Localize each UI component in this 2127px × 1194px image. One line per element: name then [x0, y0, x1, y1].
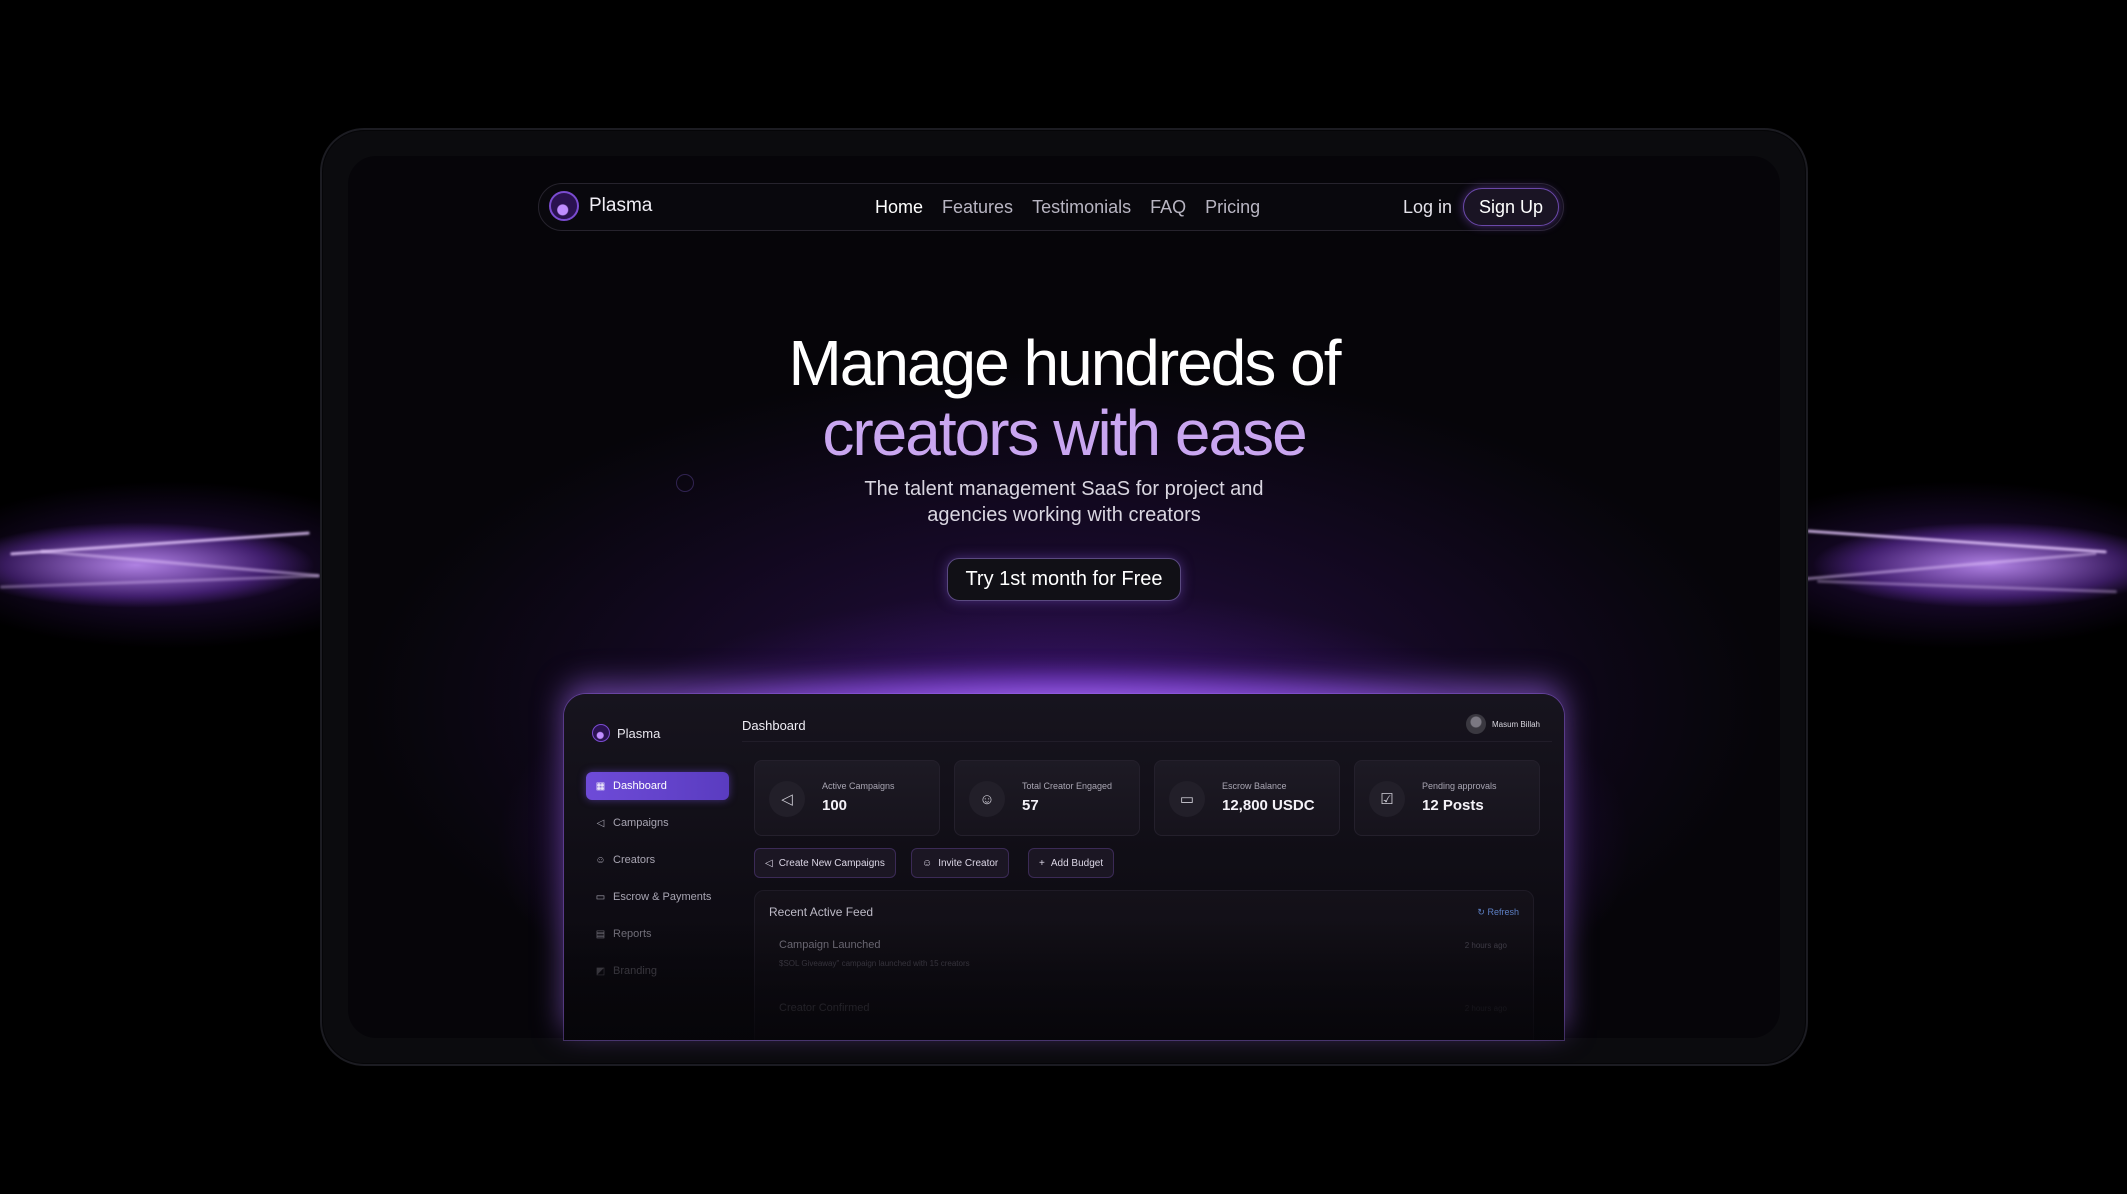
- free-trial-button[interactable]: Try 1st month for Free: [947, 558, 1181, 601]
- stat-value: 12,800 USDC: [1222, 797, 1315, 814]
- user-icon: ☺: [969, 781, 1005, 817]
- sidebar-item-label: Campaigns: [613, 817, 669, 829]
- nav-link-pricing[interactable]: Pricing: [1205, 197, 1260, 218]
- sidebar-item-campaigns[interactable]: ◁ Campaigns: [586, 809, 729, 837]
- hero-subtitle: The talent management SaaS for project a…: [764, 476, 1364, 528]
- stat-value: 12 Posts: [1422, 797, 1484, 814]
- feed-title: Recent Active Feed: [769, 905, 874, 919]
- feed-item-time: 2 hours ago: [1464, 1004, 1507, 1013]
- stat-label: Escrow Balance: [1222, 781, 1287, 791]
- invite-creator-button[interactable]: ☺ Invite Creator: [911, 848, 1010, 878]
- add-budget-button[interactable]: + Add Budget: [1028, 848, 1115, 878]
- hero-title-line1: Manage hundreds of: [788, 327, 1341, 399]
- stat-label: Pending approvals: [1422, 781, 1497, 791]
- hero-title: Manage hundreds of creators with ease: [564, 328, 1564, 468]
- grid-icon: ▦: [595, 780, 606, 792]
- megaphone-icon: ◁: [769, 781, 805, 817]
- feed-item-title: Creator Confirmed: [779, 1002, 870, 1014]
- report-icon: ▤: [595, 928, 606, 940]
- button-label: Create New Campaigns: [778, 857, 885, 869]
- refresh-label: Refresh: [1487, 907, 1519, 917]
- sidebar-item-label: Dashboard: [613, 780, 667, 792]
- stat-card-escrow-balance: ▭ Escrow Balance 12,800 USDC: [1154, 760, 1340, 836]
- dashboard-preview: Plasma ▦ Dashboard ◁ Campaigns ☺ Creator…: [564, 694, 1564, 1040]
- create-campaign-button[interactable]: ◁ Create New Campaigns: [754, 848, 896, 878]
- sidebar-item-branding[interactable]: ◩ Branding: [586, 957, 729, 985]
- recent-activity-feed: Recent Active Feed ↻ Refresh Campaign La…: [754, 890, 1534, 1040]
- stat-card-pending-approvals: ☑ Pending approvals 12 Posts: [1354, 760, 1540, 836]
- megaphone-icon: ◁: [596, 817, 605, 829]
- decorative-dot: [676, 474, 694, 492]
- right-energy-wave: [1787, 470, 2127, 660]
- stat-card-active-campaigns: ◁ Active Campaigns 100: [754, 760, 940, 836]
- wallet-icon: ▭: [1169, 781, 1205, 817]
- plasma-logo-icon: [592, 724, 610, 742]
- refresh-icon: ↻: [1477, 907, 1485, 917]
- nav-link-faq[interactable]: FAQ: [1150, 197, 1186, 218]
- dashboard-brand-name: Plasma: [617, 725, 661, 741]
- sidebar-item-label: Creators: [613, 854, 656, 866]
- hero-title-line2: creators with ease: [822, 397, 1307, 469]
- dashboard-topbar: Dashboard Masum Billah: [742, 706, 1552, 742]
- sidebar-item-label: Reports: [613, 928, 652, 940]
- plasma-logo-icon: [549, 191, 579, 221]
- stat-label: Total Creator Engaged: [1022, 781, 1113, 791]
- dashboard-title: Dashboard: [742, 718, 806, 733]
- sidebar-item-label: Escrow & Payments: [613, 891, 712, 903]
- user-icon: ☺: [595, 854, 606, 866]
- branding-icon: ◩: [595, 965, 606, 977]
- sidebar-item-reports[interactable]: ▤ Reports: [586, 920, 729, 948]
- sidebar-item-label: Branding: [613, 965, 658, 977]
- nav-link-home[interactable]: Home: [875, 197, 923, 218]
- sidebar-item-escrow[interactable]: ▭ Escrow & Payments: [586, 883, 729, 911]
- sidebar-item-dashboard[interactable]: ▦ Dashboard: [586, 772, 729, 800]
- stat-label: Active Campaigns: [822, 781, 895, 791]
- dashboard-brand: Plasma: [592, 724, 660, 742]
- avatar: [1465, 714, 1486, 734]
- user-plus-icon: ☺: [922, 857, 933, 869]
- user-menu[interactable]: Masum Billah: [1465, 714, 1540, 734]
- top-navbar: Plasma Home Features Testimonials FAQ Pr…: [538, 183, 1564, 231]
- plus-icon: +: [1039, 857, 1045, 869]
- feed-item-time: 2 hours ago: [1464, 941, 1507, 950]
- refresh-button[interactable]: ↻ Refresh: [1477, 907, 1519, 918]
- hero-subtitle-line1: The talent management SaaS for project a…: [864, 478, 1264, 500]
- hero-subtitle-line2: agencies working with creators: [927, 504, 1201, 526]
- button-label: Invite Creator: [938, 857, 999, 869]
- feed-item-title: Campaign Launched: [779, 939, 881, 951]
- megaphone-icon: ◁: [765, 857, 773, 869]
- signup-button[interactable]: Sign Up: [1463, 188, 1559, 226]
- login-link[interactable]: Log in: [1403, 197, 1452, 218]
- left-energy-wave: [0, 470, 340, 660]
- stat-card-creators-engaged: ☺ Total Creator Engaged 57: [954, 760, 1140, 836]
- stat-value: 100: [822, 797, 848, 814]
- stat-value: 57: [1022, 797, 1039, 814]
- wallet-icon: ▭: [595, 891, 606, 903]
- nav-link-testimonials[interactable]: Testimonials: [1032, 197, 1131, 218]
- nav-link-features[interactable]: Features: [942, 197, 1013, 218]
- nav-links: Home Features Testimonials FAQ Pricing: [875, 197, 1260, 218]
- user-name: Masum Billah: [1491, 719, 1540, 729]
- brand[interactable]: Plasma: [549, 191, 652, 221]
- brand-name: Plasma: [589, 195, 653, 216]
- feed-item-desc: $SOL Giveaway" campaign launched with 15…: [779, 959, 970, 968]
- approval-icon: ☑: [1369, 781, 1405, 817]
- button-label: Add Budget: [1050, 857, 1104, 869]
- sidebar-item-creators[interactable]: ☺ Creators: [586, 846, 729, 874]
